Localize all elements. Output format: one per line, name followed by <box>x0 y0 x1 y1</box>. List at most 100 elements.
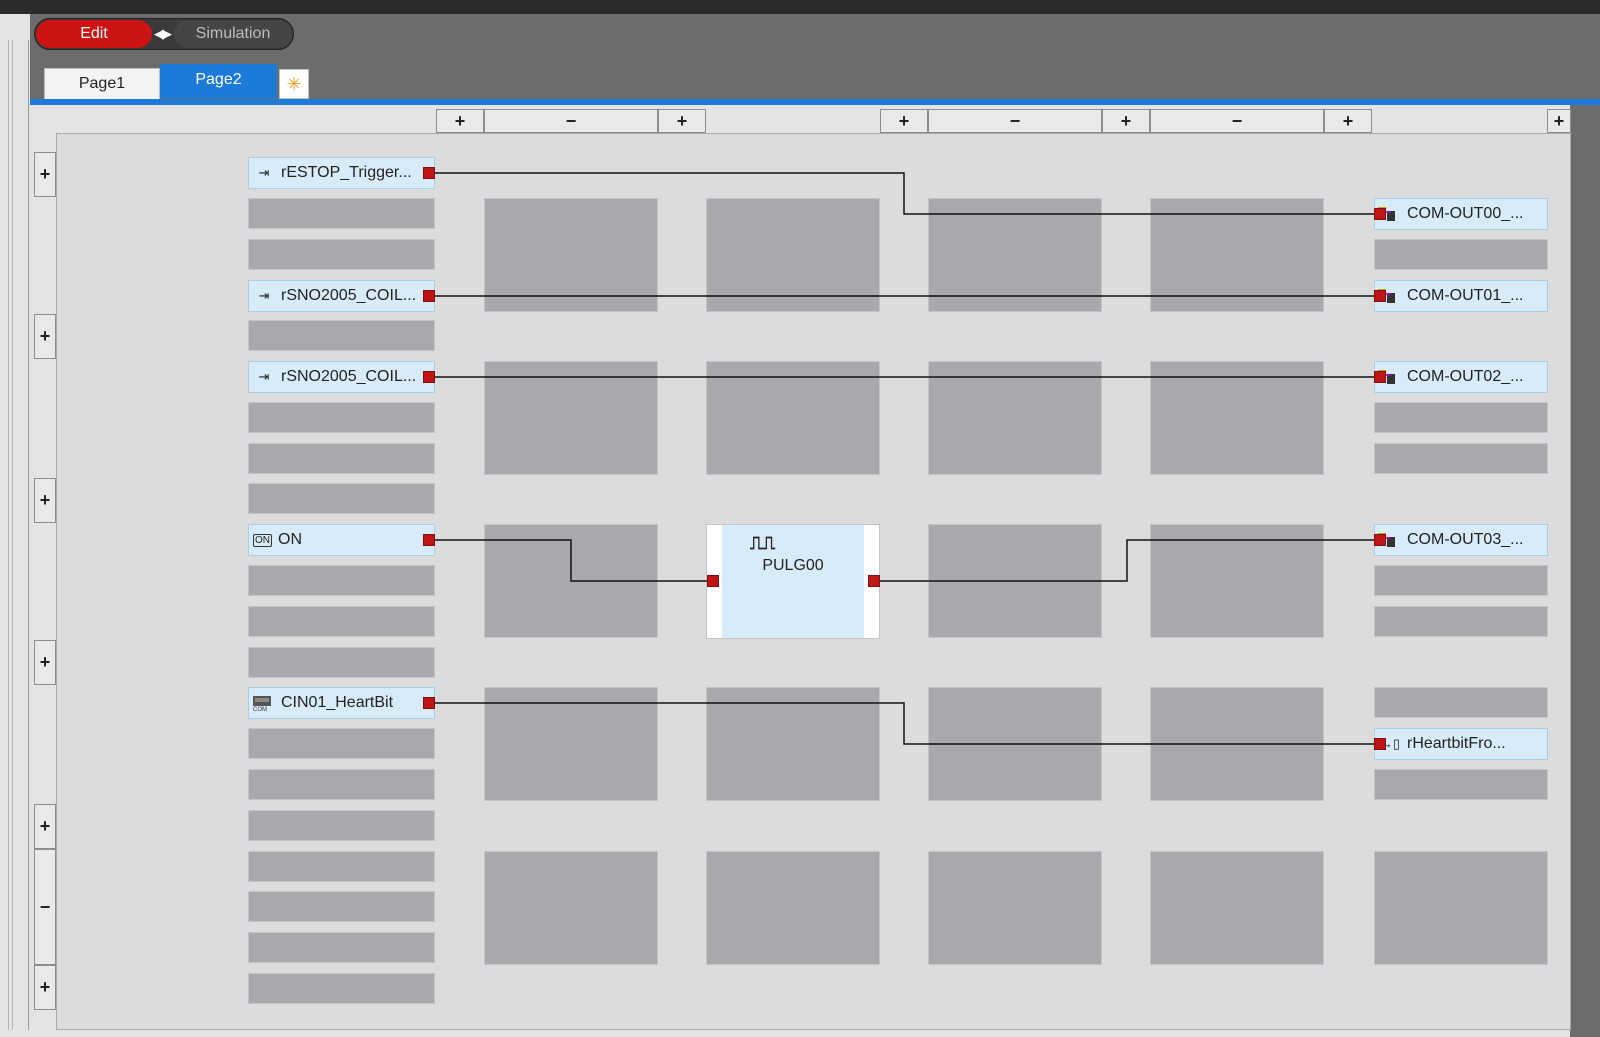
input-node-label: rSNO2005_COIL... <box>281 287 417 304</box>
output-node-label: rHeartbitFro... <box>1407 735 1506 752</box>
empty-input-slot[interactable] <box>248 932 435 963</box>
remove-column-button[interactable]: − <box>484 109 658 133</box>
input-node-label: CIN01_HeartBit <box>281 694 394 711</box>
input-port[interactable] <box>1374 290 1386 302</box>
output-node-label: COM-OUT01_... <box>1407 287 1524 304</box>
empty-grid-cell[interactable] <box>928 851 1102 965</box>
output-node[interactable]: COM-OUT01_... <box>1374 280 1548 312</box>
empty-grid-cell[interactable] <box>928 687 1102 801</box>
add-column-button[interactable]: + <box>1102 109 1150 133</box>
empty-grid-cell[interactable] <box>484 524 658 638</box>
function-block-body[interactable] <box>722 525 864 638</box>
output-node[interactable]: →▯ rHeartbitFro... <box>1374 728 1548 760</box>
empty-grid-cell[interactable] <box>1150 524 1324 638</box>
add-row-button[interactable]: + <box>34 804 56 849</box>
empty-grid-cell[interactable] <box>706 851 880 965</box>
output-node[interactable]: COM-OUT00_... <box>1374 198 1548 230</box>
input-node[interactable]: ⇥ rSNO2005_COIL... <box>248 361 435 393</box>
tab-page1[interactable]: Page1 <box>44 68 160 100</box>
input-port[interactable] <box>1374 371 1386 383</box>
input-port[interactable] <box>1374 534 1386 546</box>
empty-output-slot[interactable] <box>1374 565 1548 596</box>
empty-grid-cell[interactable] <box>1150 687 1324 801</box>
empty-grid-cell[interactable] <box>1150 198 1324 312</box>
input-variable-icon: ⇥ <box>258 288 270 303</box>
empty-grid-cell[interactable] <box>928 361 1102 475</box>
empty-output-slot[interactable] <box>1374 402 1548 433</box>
empty-input-slot[interactable] <box>248 851 435 882</box>
empty-grid-cell[interactable] <box>928 198 1102 312</box>
input-node-label: rESTOP_Trigger... <box>281 164 412 181</box>
add-column-button[interactable]: + <box>880 109 928 133</box>
input-node-label: rSNO2005_COIL... <box>281 368 417 385</box>
output-node-label: COM-OUT03_... <box>1407 531 1524 548</box>
output-node[interactable]: COM-OUT02_... <box>1374 361 1548 393</box>
function-input-port[interactable] <box>707 575 719 587</box>
add-column-button[interactable]: + <box>1547 109 1571 133</box>
output-node[interactable]: COM-OUT03_... <box>1374 524 1548 556</box>
empty-input-slot[interactable] <box>248 728 435 759</box>
input-node[interactable]: COM CIN01_HeartBit <box>248 687 435 719</box>
empty-output-slot[interactable] <box>1374 239 1548 270</box>
empty-grid-cell[interactable] <box>928 524 1102 638</box>
output-port[interactable] <box>423 534 435 546</box>
add-row-button[interactable]: + <box>34 478 56 523</box>
empty-grid-cell[interactable] <box>484 198 658 312</box>
tab-page2[interactable]: Page2 <box>160 64 277 98</box>
output-node-label: COM-OUT00_... <box>1407 205 1524 222</box>
input-port[interactable] <box>1374 208 1386 220</box>
on-constant-icon: ON <box>253 533 272 547</box>
input-node[interactable]: ON ON <box>248 524 435 556</box>
empty-output-slot[interactable] <box>1374 687 1548 718</box>
add-page-icon[interactable]: ✳ <box>279 69 309 99</box>
remove-column-button[interactable]: − <box>928 109 1102 133</box>
output-port[interactable] <box>423 697 435 709</box>
simulation-mode-button[interactable]: Simulation <box>174 20 292 48</box>
add-column-button[interactable]: + <box>436 109 484 133</box>
empty-input-slot[interactable] <box>248 239 435 270</box>
empty-grid-cell[interactable] <box>484 851 658 965</box>
output-port[interactable] <box>423 371 435 383</box>
empty-grid-cell[interactable] <box>706 687 880 801</box>
empty-input-slot[interactable] <box>248 891 435 922</box>
add-column-button[interactable]: + <box>1324 109 1372 133</box>
edit-mode-button[interactable]: Edit <box>36 20 152 48</box>
input-port[interactable] <box>1374 738 1386 750</box>
empty-input-slot[interactable] <box>248 810 435 841</box>
empty-input-slot[interactable] <box>248 647 435 678</box>
empty-input-slot[interactable] <box>248 483 435 514</box>
empty-output-cell[interactable] <box>1374 851 1548 965</box>
empty-output-slot[interactable] <box>1374 606 1548 637</box>
empty-output-slot[interactable] <box>1374 443 1548 474</box>
input-node[interactable]: ⇥ rESTOP_Trigger... <box>248 157 435 189</box>
add-row-button[interactable]: + <box>34 640 56 685</box>
empty-input-slot[interactable] <box>248 402 435 433</box>
empty-grid-cell[interactable] <box>484 687 658 801</box>
empty-input-slot[interactable] <box>248 198 435 229</box>
remove-column-button[interactable]: − <box>1150 109 1324 133</box>
output-port[interactable] <box>423 290 435 302</box>
remove-row-button[interactable]: − <box>34 849 56 965</box>
gutter-divider <box>28 40 29 1030</box>
empty-grid-cell[interactable] <box>1150 361 1324 475</box>
input-node[interactable]: ⇥ rSNO2005_COIL... <box>248 280 435 312</box>
output-port[interactable] <box>423 167 435 179</box>
empty-grid-cell[interactable] <box>706 198 880 312</box>
add-column-button[interactable]: + <box>658 109 706 133</box>
empty-input-slot[interactable] <box>248 973 435 1004</box>
empty-output-slot[interactable] <box>1374 769 1548 800</box>
swap-mode-icon[interactable]: ◀▶ <box>152 24 172 44</box>
empty-input-slot[interactable] <box>248 320 435 351</box>
empty-input-slot[interactable] <box>248 606 435 637</box>
svg-text:COM: COM <box>253 707 267 712</box>
empty-input-slot[interactable] <box>248 443 435 474</box>
add-row-button[interactable]: + <box>34 152 56 197</box>
add-row-button[interactable]: + <box>34 965 56 1010</box>
function-output-port[interactable] <box>868 575 880 587</box>
empty-input-slot[interactable] <box>248 769 435 800</box>
empty-grid-cell[interactable] <box>1150 851 1324 965</box>
add-row-button[interactable]: + <box>34 314 56 359</box>
empty-grid-cell[interactable] <box>706 361 880 475</box>
empty-input-slot[interactable] <box>248 565 435 596</box>
empty-grid-cell[interactable] <box>484 361 658 475</box>
